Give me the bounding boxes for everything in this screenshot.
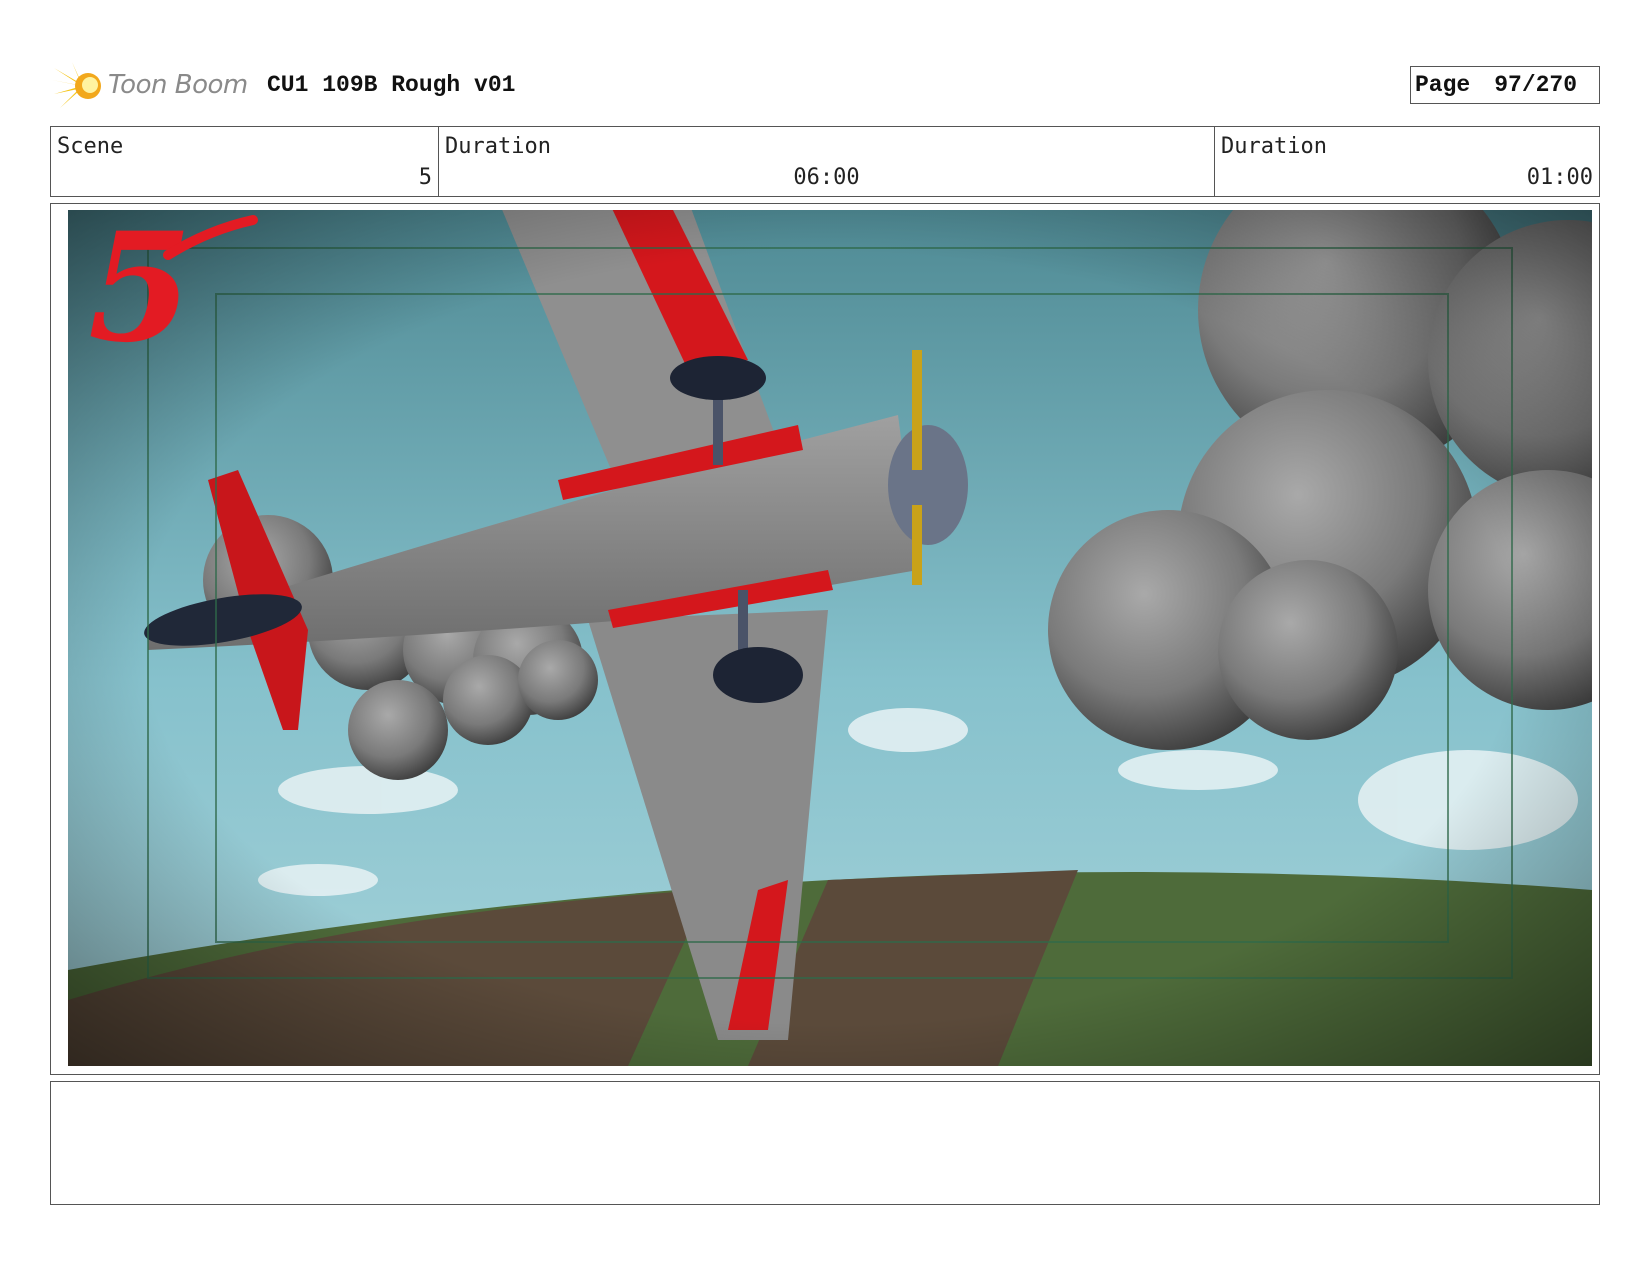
page-label: Page (1415, 72, 1471, 98)
starburst-icon (52, 62, 101, 108)
page-counter: Page 97/270 (1410, 66, 1600, 104)
storyboard-header: Toon Boom CU1 109B Rough v01 Page 97/270 (52, 58, 1602, 114)
scene-label: Scene (57, 134, 124, 159)
logo-text: Toon Boom (108, 70, 248, 100)
panel-drawn-number: 5 (88, 210, 192, 376)
document-title: CU1 109B Rough v01 (267, 72, 516, 98)
vignette-overlay (68, 210, 1592, 1066)
scene-info-table: Scene 5 Duration 06:00 Duration 01:00 (50, 126, 1600, 197)
notes-box (50, 1081, 1600, 1205)
duration-value: 06:00 (793, 165, 860, 190)
duration-cell: Duration 06:00 (439, 127, 1215, 196)
panel-duration-cell: Duration 01:00 (1215, 127, 1599, 196)
scene-value: 5 (418, 165, 432, 190)
panel-duration-label: Duration (1221, 134, 1327, 159)
storyboard-panel-image: 5 (68, 210, 1592, 1066)
panel-duration-value: 01:00 (1526, 165, 1593, 190)
duration-label: Duration (445, 134, 551, 159)
page-number: 97/270 (1494, 72, 1578, 98)
toon-boom-logo: Toon Boom (52, 58, 252, 114)
scene-cell: Scene 5 (51, 127, 439, 196)
